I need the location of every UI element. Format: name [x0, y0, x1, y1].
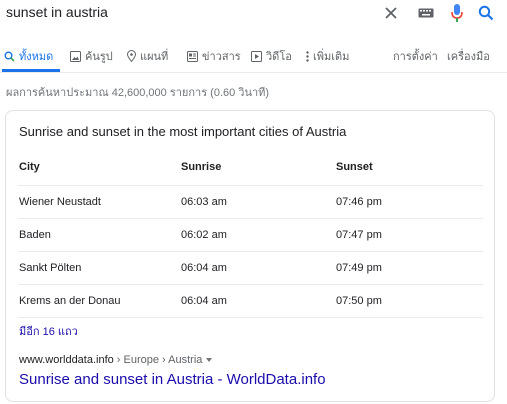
- more-vert-icon: [306, 50, 309, 62]
- keyboard-icon[interactable]: [416, 3, 436, 23]
- tab-news[interactable]: ข่าวสาร: [187, 47, 241, 65]
- column-header-city: City: [19, 161, 40, 173]
- sunrise-table: City Sunrise Sunset Wiener Neustadt 06:0…: [18, 151, 483, 318]
- table-row: Sankt Pölten 06:04 am 07:49 pm: [18, 252, 483, 285]
- tools-link[interactable]: เครื่องมือ: [447, 47, 490, 65]
- tab-maps[interactable]: แผนที่: [127, 47, 168, 65]
- active-tab-indicator: [2, 69, 60, 72]
- video-icon: [251, 50, 262, 62]
- search-input[interactable]: sunset in austria: [6, 4, 108, 20]
- source-domain: www.worlddata.info: [19, 354, 114, 366]
- result-title-link[interactable]: Sunrise and sunset in Austria - WorldDat…: [19, 371, 326, 388]
- tab-label: ค้นรูป: [85, 51, 113, 63]
- column-header-sunrise: Sunrise: [181, 161, 222, 173]
- sunset-cell: 07:47 pm: [336, 229, 382, 241]
- settings-link[interactable]: การตั้งค่า: [393, 47, 438, 65]
- table-row: Krems an der Donau 06:04 am 07:50 pm: [18, 285, 483, 318]
- column-header-sunset: Sunset: [336, 161, 373, 173]
- tab-label: วิดีโอ: [266, 51, 292, 63]
- table-row: Baden 06:02 am 07:47 pm: [18, 219, 483, 252]
- tab-more[interactable]: เพิ่มเติม: [306, 47, 349, 65]
- tab-videos[interactable]: วิดีโอ: [251, 47, 292, 65]
- result-stats: ผลการค้นหาประมาณ 42,600,000 รายการ (0.60…: [6, 87, 270, 99]
- microphone-icon[interactable]: [447, 3, 467, 23]
- tab-all[interactable]: ทั้งหมด: [4, 47, 53, 65]
- tab-label: ทั้งหมด: [19, 51, 54, 63]
- table-header-row: City Sunrise Sunset: [18, 151, 483, 186]
- snippet-title: Sunrise and sunset in the most important…: [19, 124, 347, 139]
- city-cell: Wiener Neustadt: [19, 196, 101, 208]
- search-bar: sunset in austria: [0, 0, 507, 26]
- source-path: › Europe › Austria: [116, 354, 203, 366]
- caret-down-icon[interactable]: [205, 357, 213, 363]
- tab-label: เพิ่มเติม: [313, 51, 350, 63]
- featured-snippet-card: Sunrise and sunset in the most important…: [5, 110, 495, 402]
- more-rows-link[interactable]: มีอีก 16 แถว: [19, 322, 78, 340]
- news-icon: [187, 50, 198, 62]
- tab-label: แผนที่: [140, 51, 169, 63]
- sunrise-cell: 06:04 am: [181, 295, 227, 307]
- close-icon[interactable]: [381, 3, 401, 23]
- city-cell: Sankt Pölten: [19, 262, 82, 274]
- search-tabs: ทั้งหมด ค้นรูป แผนที่ ข่าวสาร วิดีโอ เพิ…: [0, 40, 507, 73]
- table-row: Wiener Neustadt 06:03 am 07:46 pm: [18, 186, 483, 219]
- city-cell: Krems an der Donau: [19, 295, 121, 307]
- tab-label: ข่าวสาร: [202, 51, 241, 63]
- city-cell: Baden: [19, 229, 51, 241]
- sunrise-cell: 06:02 am: [181, 229, 227, 241]
- search-icon[interactable]: [476, 3, 496, 23]
- sunset-cell: 07:46 pm: [336, 196, 382, 208]
- tab-images[interactable]: ค้นรูป: [70, 47, 113, 65]
- sunset-cell: 07:49 pm: [336, 262, 382, 274]
- sunset-cell: 07:50 pm: [336, 295, 382, 307]
- image-icon: [70, 50, 81, 62]
- map-pin-icon: [127, 50, 136, 62]
- sunrise-cell: 06:03 am: [181, 196, 227, 208]
- search-icon: [4, 51, 15, 62]
- sunrise-cell: 06:04 am: [181, 262, 227, 274]
- source-breadcrumb[interactable]: www.worlddata.info › Europe › Austria: [19, 354, 213, 366]
